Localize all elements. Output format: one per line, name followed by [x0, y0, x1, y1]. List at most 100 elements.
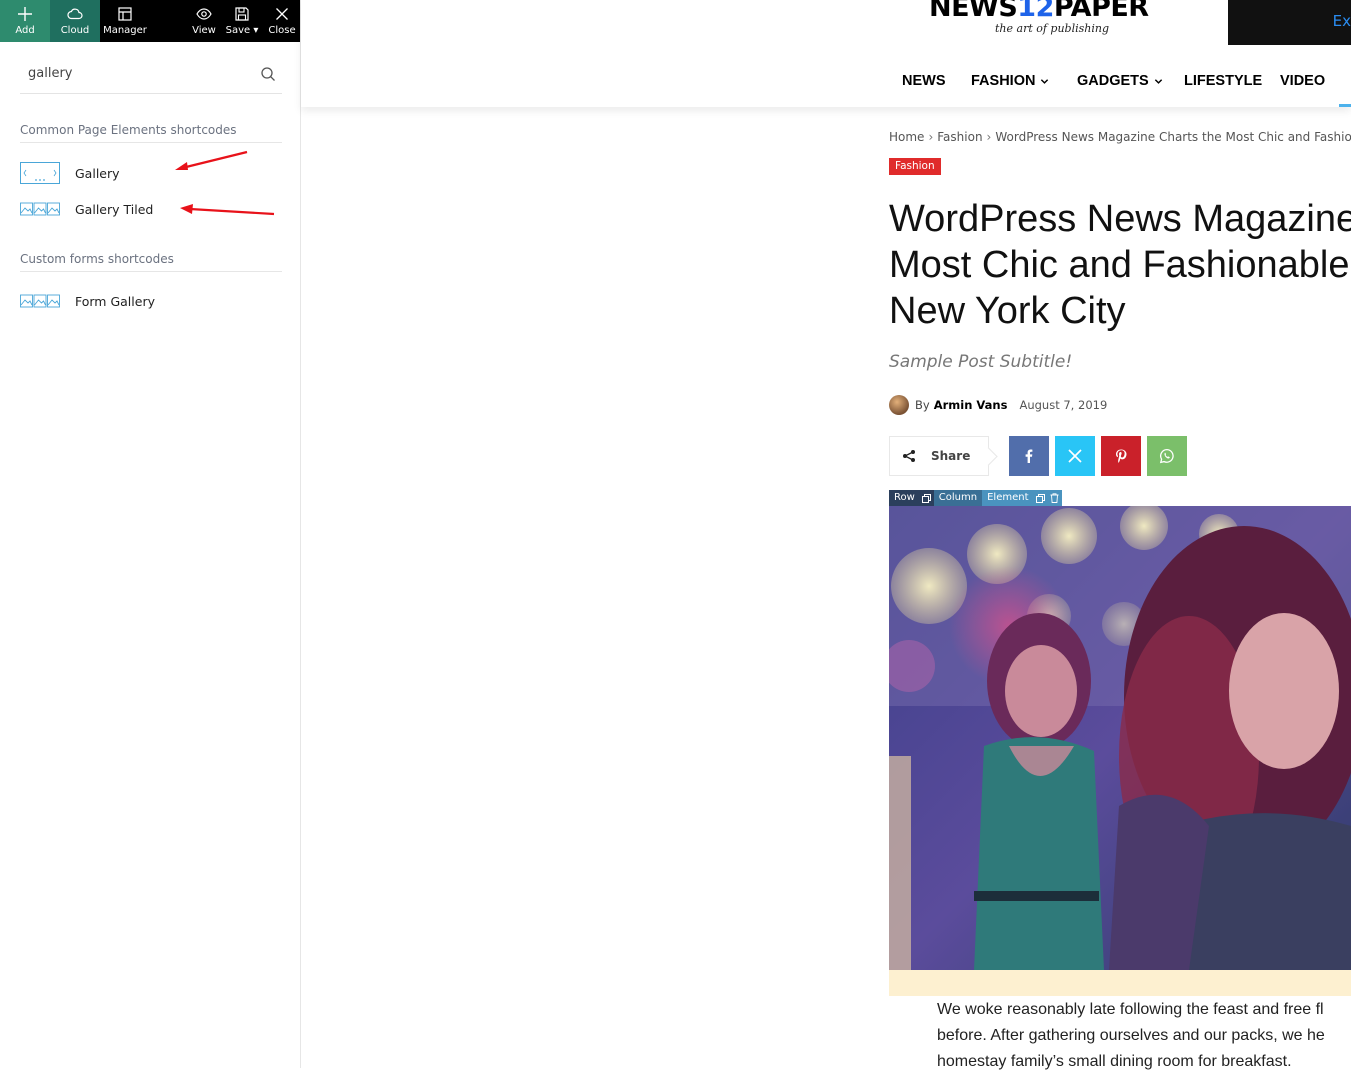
- post-title: WordPress News Magazine Most Chic and Fa…: [889, 196, 1351, 334]
- post-title-line: WordPress News Magazine: [889, 198, 1351, 240]
- pinterest-icon: [1116, 449, 1127, 463]
- facebook-icon: [1025, 449, 1033, 463]
- post-body: We woke reasonably late following the fe…: [937, 997, 1351, 1075]
- avatar[interactable]: [889, 395, 909, 415]
- cloud-icon: [67, 8, 83, 20]
- save-icon: [235, 7, 249, 21]
- post-date: August 7, 2019: [1019, 398, 1108, 412]
- search-icon[interactable]: [260, 66, 276, 82]
- breadcrumb-home[interactable]: Home: [889, 130, 924, 144]
- view-button[interactable]: View: [188, 0, 220, 42]
- nav-item-video[interactable]: VIDEO: [1280, 73, 1325, 89]
- plus-icon: [18, 7, 32, 21]
- shortcode-gallery-tiled[interactable]: Gallery Tiled: [20, 196, 153, 222]
- ad-text: Ex: [1332, 12, 1351, 30]
- chevron-down-icon: [1041, 78, 1049, 84]
- post-subtitle: Sample Post Subtitle!: [889, 352, 1073, 372]
- breadcrumb: Home › Fashion › WordPress News Magazine Cha…: [889, 130, 1351, 144]
- author-row: By Armin Vans August 7, 2019: [889, 395, 1107, 415]
- breadcrumb-separator-icon: ›: [928, 130, 934, 144]
- author-name[interactable]: Armin Vans: [934, 398, 1008, 412]
- shortcode-search: [20, 56, 282, 94]
- close-button[interactable]: Close: [266, 0, 298, 42]
- nav-accent-bar: [1339, 104, 1351, 107]
- element-duplicate-icon[interactable]: [1033, 490, 1048, 506]
- row-duplicate-icon[interactable]: [919, 490, 934, 506]
- cloud-button[interactable]: Cloud: [50, 0, 100, 42]
- body-line: homestay family’s small dining room for …: [937, 1053, 1292, 1070]
- search-input[interactable]: [28, 66, 248, 81]
- site-tagline: the art of publishing: [995, 22, 1110, 35]
- shortcode-gallery-label: Gallery: [75, 165, 120, 181]
- nav-label: VIDEO: [1280, 73, 1326, 89]
- manager-label: Manager: [103, 25, 147, 36]
- body-line: We woke reasonably late following the fe…: [937, 1001, 1324, 1018]
- close-icon: [276, 8, 288, 20]
- nav-label: FASHION: [971, 73, 1036, 89]
- view-label: View: [192, 25, 216, 36]
- chevron-down-icon: [1154, 78, 1162, 84]
- eye-icon: [196, 8, 212, 20]
- nav-item-news[interactable]: NEWS: [902, 73, 946, 89]
- nav-label: NEWS: [902, 73, 946, 89]
- close-label: Close: [268, 25, 296, 36]
- whatsapp-share-button[interactable]: [1147, 436, 1187, 476]
- builder-panel: Add Cloud Manager View Save ▾ Close Comm…: [0, 0, 301, 1068]
- twitter-share-button[interactable]: [1055, 436, 1095, 476]
- add-label: Add: [15, 25, 35, 36]
- post-title-line: New York City: [889, 290, 1126, 332]
- section-title-common: Common Page Elements shortcodes: [20, 123, 282, 143]
- nav-label: LIFESTYLE: [1184, 73, 1263, 89]
- save-button[interactable]: Save ▾: [222, 0, 262, 42]
- caret-down-icon: ▾: [250, 25, 259, 36]
- nav-item-lifestyle[interactable]: LIFESTYLE: [1184, 73, 1262, 89]
- featured-photo: [889, 506, 1351, 970]
- row-tag[interactable]: Row: [889, 490, 920, 506]
- author-by: By: [915, 398, 930, 412]
- logo-part3: PAPER: [1053, 0, 1149, 23]
- category-badge[interactable]: Fashion: [889, 158, 941, 175]
- nav-item-fashion[interactable]: FASHION: [971, 73, 1049, 89]
- x-twitter-icon: [1068, 449, 1082, 463]
- breadcrumb-fashion[interactable]: Fashion: [937, 130, 982, 144]
- manager-icon: [118, 7, 132, 21]
- share-label: Share: [931, 449, 971, 463]
- builder-toolbar: Add Cloud Manager View Save ▾ Close: [0, 0, 300, 42]
- annotation-arrow-icon: [175, 150, 248, 170]
- annotation-arrow-icon: [180, 204, 275, 216]
- share-icon: [903, 450, 915, 462]
- post-title-line: Most Chic and Fashionable: [889, 244, 1350, 286]
- nav-item-gadgets[interactable]: GADGETS: [1077, 73, 1163, 89]
- nav-label: GADGETS: [1077, 73, 1149, 89]
- gallery-slider-icon: [20, 162, 60, 184]
- add-button[interactable]: Add: [0, 0, 50, 42]
- shortcode-form-gallery-label: Form Gallery: [75, 293, 155, 309]
- shortcode-gallery-tiled-label: Gallery Tiled: [75, 201, 154, 217]
- image-caption-strip: [889, 970, 1351, 996]
- ad-banner[interactable]: Ex: [1228, 0, 1351, 45]
- site-header: NEWS12PAPER the art of publishing Ex NEW…: [301, 0, 1351, 107]
- pinterest-share-button[interactable]: [1101, 436, 1141, 476]
- logo-part2: 12: [1017, 0, 1054, 23]
- shortcode-gallery[interactable]: Gallery: [20, 160, 120, 186]
- breadcrumb-current: WordPress News Magazine Charts the Most …: [995, 130, 1351, 144]
- element-delete-icon[interactable]: [1047, 490, 1062, 506]
- editor-toolbar: Row Column Element: [889, 490, 1062, 506]
- gallery-tiled-icon: [20, 290, 60, 312]
- column-tag[interactable]: Column: [933, 490, 983, 506]
- facebook-share-button[interactable]: [1009, 436, 1049, 476]
- gallery-tiled-icon: [20, 198, 60, 220]
- logo-part1: NEWS: [929, 0, 1018, 23]
- site-logo[interactable]: NEWS12PAPER: [929, 0, 1149, 23]
- save-label: Save: [225, 25, 251, 36]
- shortcode-form-gallery[interactable]: Form Gallery: [20, 288, 155, 314]
- share-button[interactable]: Share: [889, 436, 989, 476]
- whatsapp-icon: [1159, 448, 1174, 464]
- element-tag[interactable]: Element: [982, 490, 1034, 506]
- cloud-label: Cloud: [60, 25, 90, 36]
- breadcrumb-separator-icon: ›: [986, 130, 992, 144]
- featured-image[interactable]: [889, 506, 1351, 970]
- manager-button[interactable]: Manager: [100, 0, 150, 42]
- body-line: before. After gathering ourselves and ou…: [937, 1027, 1325, 1044]
- section-title-custom-forms: Custom forms shortcodes: [20, 252, 282, 272]
